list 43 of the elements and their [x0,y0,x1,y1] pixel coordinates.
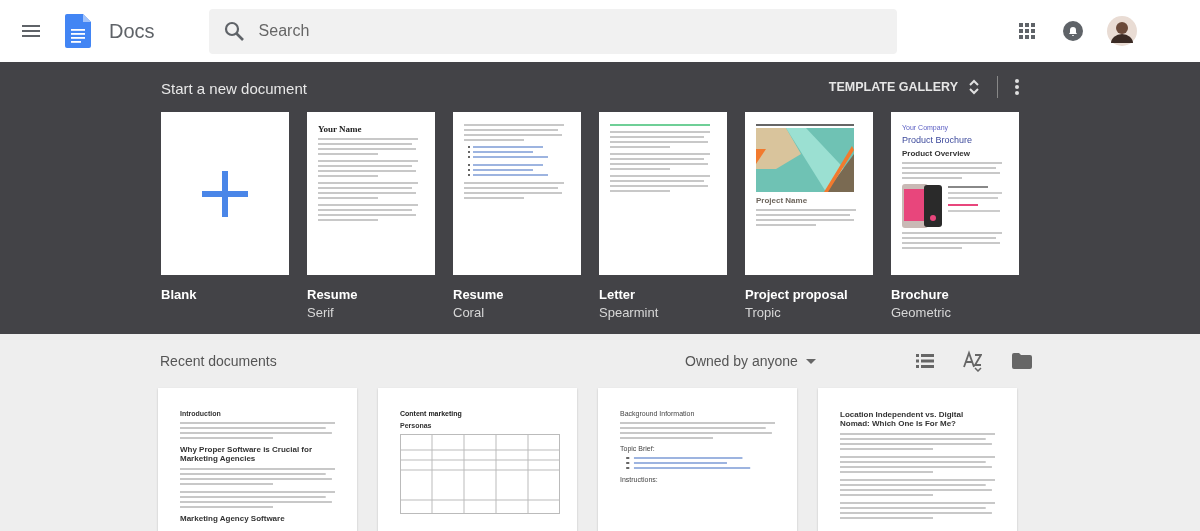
plus-icon [202,170,248,217]
template-thumbnail[interactable]: Project Name [745,112,873,275]
template-variant: Serif [307,305,335,320]
owner-filter-dropdown[interactable]: Owned by anyone [685,353,816,369]
template-name: Resume [307,287,359,302]
section-title: Start a new document [161,78,308,97]
section-title: Recent documents [159,353,278,369]
template-name: Letter [599,287,637,302]
template-variant: Spearmint [599,305,660,320]
document-logo-icon [65,14,91,48]
unfold-icon [968,78,980,96]
preview-heading: Product Overview [902,149,972,158]
template-thumbnail[interactable] [161,112,289,275]
preview-heading: Location Independent vs. Digital Nomad: Which One Is For Me? [840,410,965,428]
preview-heading: Marketing Agency Software [180,514,286,523]
template-name: Project proposal [745,287,849,302]
search-icon [223,20,244,41]
list-view-icon[interactable] [915,354,934,368]
template-name: Resume [453,287,505,302]
template-variant: Coral [453,305,486,320]
apps-grid-icon[interactable] [1018,23,1035,39]
folder-icon[interactable] [1011,353,1032,369]
template-variant: Geometric [891,305,952,320]
document-thumbnail[interactable]: Location Independent vs. Digital Nomad: Which One Is For Me? [818,388,1017,531]
template-gallery-button[interactable]: TEMPLATE GALLERY [828,78,980,96]
template-thumbnail[interactable]: Your Name [307,112,435,275]
preview-heading: Project Name [756,196,809,205]
menu-icon[interactable] [22,25,40,37]
template-variant: Tropic [745,305,782,320]
preview-heading: Why Proper Software is Crucial for Marketing Agencies [180,445,314,463]
template-thumbnail[interactable] [599,112,727,275]
template-thumbnail[interactable] [453,112,581,275]
template-name: Blank [161,287,198,302]
preview-heading: Product Brochure [902,135,974,145]
dropdown-caret-icon [805,358,816,364]
notifications-icon[interactable] [1062,21,1083,41]
sort-icon[interactable] [961,350,982,372]
avatar-icon[interactable] [1106,16,1137,46]
template-name: Brochure [891,287,950,302]
more-options-icon[interactable] [1015,79,1019,95]
preview-heading: Your Name [318,124,363,134]
app-name: Docs [109,19,155,43]
search-field[interactable]: Search [208,8,897,54]
